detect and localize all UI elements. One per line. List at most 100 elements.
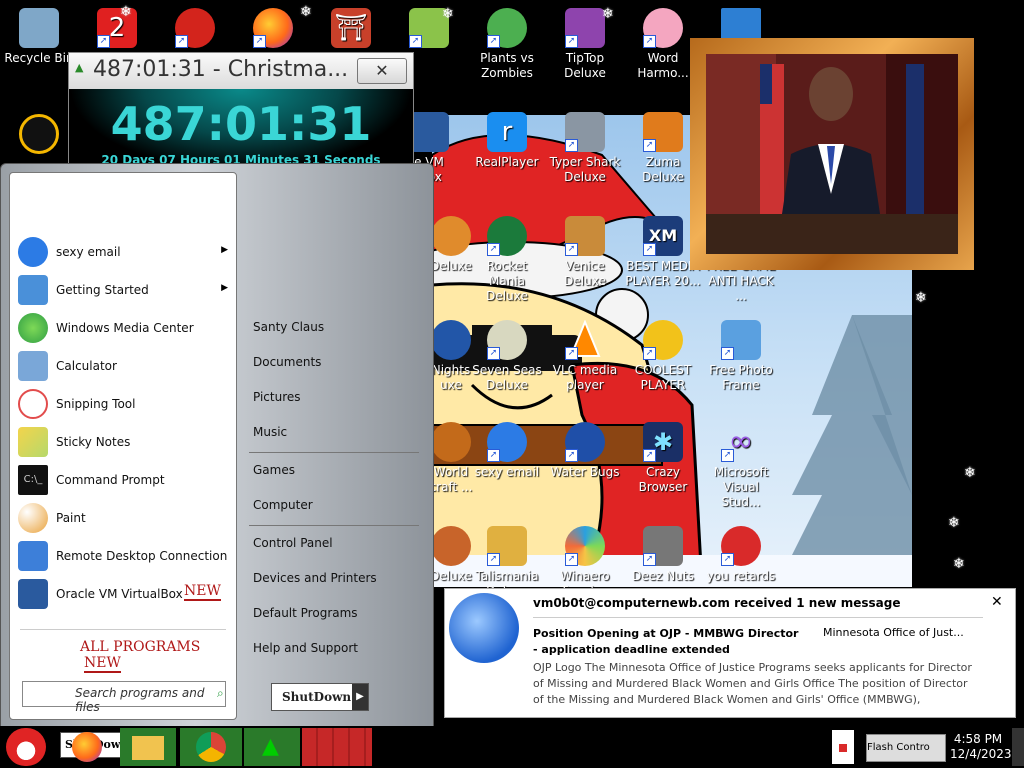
submenu-arrow-icon: ▶ (221, 245, 228, 255)
getting-started-icon (18, 275, 48, 305)
start-right-help-support[interactable]: Help and Support (253, 641, 358, 655)
desktop-icon-rocket-mania[interactable]: ➚ Rocket Mania Deluxe (468, 212, 546, 303)
snowflake-icon: ❄ (915, 290, 927, 306)
snowflake-icon: ❄ (953, 556, 965, 572)
start-item-remote-desktop[interactable]: Remote Desktop Connection (18, 539, 232, 573)
start-right-computer[interactable]: Computer (253, 498, 313, 512)
xm-player-icon: XM ➚ (643, 216, 683, 256)
game-ball-icon (431, 526, 471, 566)
desktop-icon-free-photo-frame[interactable]: ➚ Free Photo Frame (702, 316, 780, 400)
search-icon: ⌕ (217, 686, 224, 700)
start-item-paint[interactable]: Paint (18, 501, 232, 535)
desktop-icon-recycle-bin[interactable]: Recycle Bin (0, 4, 78, 88)
crazy-browser-icon: ✱ ➚ (643, 422, 683, 462)
taskbar: ShutDown ▲ Flash Contro 4:58 PM 12/4/202… (0, 726, 1024, 768)
zuma-frog-icon: ➚ (643, 112, 683, 152)
desktop-icon-typer-shark[interactable]: ➚ Typer Shark Deluxe (546, 108, 624, 192)
clock[interactable]: 4:58 PM 12/4/2023 (950, 732, 1012, 762)
start-item-label: Sticky Notes (56, 435, 131, 449)
scissors-icon (18, 389, 48, 419)
countdown-window[interactable]: ▲ 487:01:31 - Christma... ✕ 487:01:31 20… (68, 52, 414, 172)
moon-icon (431, 320, 471, 360)
game-ball-icon (431, 216, 471, 256)
taskbar-button-gift[interactable] (302, 728, 372, 766)
shutdown-button[interactable]: ShutDown ▶ (271, 683, 369, 711)
desktop-icon-realplayer[interactable]: r RealPlayer (468, 108, 546, 192)
start-item-snipping-tool[interactable]: Snipping Tool (18, 387, 232, 421)
start-menu-programs-pane: sexy email ▶ Getting Started ▶ Windows M… (9, 172, 237, 720)
photo-frame-widget[interactable] (690, 38, 974, 270)
desktop-icon-seven-seas[interactable]: ➚ Seven Seas Deluxe (468, 316, 546, 400)
desktop-icon-label: sexy email (474, 465, 540, 479)
desktop-icon-pvz[interactable]: ➚ Plants vs Zombies (468, 4, 546, 88)
torii-gate-icon: ⛩ (331, 8, 371, 48)
paint-palette-icon (18, 503, 48, 533)
taskbar-button-explorer[interactable] (120, 728, 176, 766)
santa-start-button-icon[interactable] (6, 728, 46, 766)
clock-date: 12/4/2023 (950, 747, 1012, 761)
skull-icon: ➚ (487, 320, 527, 360)
countdown-title: 487:01:31 - Christma... (93, 57, 349, 82)
smiley-icon: ➚ (643, 320, 683, 360)
search-placeholder: Search programs and files (75, 686, 205, 714)
thunderbird-icon (18, 237, 48, 267)
start-right-default-programs[interactable]: Default Programs (253, 606, 358, 620)
start-item-label: Oracle VM VirtualBox (56, 587, 183, 601)
search-input[interactable]: Search programs and files ⌕ (22, 681, 226, 714)
virtualbox-icon (409, 112, 449, 152)
portrait-photo (706, 54, 958, 254)
mail-notification[interactable]: vm0b0t@computernewb.com received 1 new m… (444, 588, 1016, 718)
new-badge: NEW (184, 583, 221, 601)
taskbar-button-chrome[interactable] (180, 728, 242, 766)
start-item-calculator[interactable]: Calculator (18, 349, 232, 383)
tray-flash-control[interactable]: Flash Contro (866, 734, 946, 762)
start-right-documents[interactable]: Documents (253, 355, 321, 369)
start-item-virtualbox[interactable]: Oracle VM VirtualBox NEW (18, 577, 232, 611)
snowflake-icon: ❄ (602, 6, 614, 22)
submenu-arrow-icon: ▶ (221, 283, 228, 293)
tray-flag-icon[interactable] (832, 730, 854, 764)
start-item-label: Getting Started (56, 283, 149, 297)
divider (249, 452, 419, 453)
shark-icon: ➚ (565, 112, 605, 152)
start-item-sticky-notes[interactable]: Sticky Notes (18, 425, 232, 459)
all-programs-button[interactable]: ALL PROGRAMS NEW (80, 639, 236, 673)
start-item-getting-started[interactable]: Getting Started ▶ (18, 273, 232, 307)
countdown-titlebar[interactable]: ▲ 487:01:31 - Christma... ✕ (69, 53, 413, 90)
talisman-icon: ➚ (487, 526, 527, 566)
firefox-icon[interactable] (72, 732, 102, 762)
start-item-windows-media-center[interactable]: Windows Media Center (18, 311, 232, 345)
close-button[interactable]: ✕ (357, 58, 407, 84)
desktop-icon-label: Recycle Bin (4, 51, 74, 65)
folder-icon (132, 736, 164, 760)
snowflake-icon: ❄ (948, 515, 960, 531)
start-right-games[interactable]: Games (253, 463, 295, 477)
snowflake-icon: ❄ (120, 4, 132, 20)
notification-sender: Minnesota Office of Just... (823, 626, 964, 639)
notification-close-button[interactable]: ✕ (991, 594, 1003, 610)
snowflake-icon: ❄ (442, 6, 454, 22)
start-item-label: Windows Media Center (56, 321, 194, 335)
start-item-command-prompt[interactable]: C:\_ Command Prompt (18, 463, 232, 497)
desktop-icon-crazy-browser[interactable]: ✱ ➚ Crazy Browser (624, 418, 702, 502)
taskbar-button-countdown[interactable]: ▲ (244, 728, 300, 766)
desktop-icon-venice[interactable]: ➚ Venice Deluxe (546, 212, 624, 296)
start-item-label: Calculator (56, 359, 117, 373)
desktop-icon-water-bugs[interactable]: ➚ Water Bugs (546, 418, 624, 502)
start-right-pictures[interactable]: Pictures (253, 390, 301, 404)
start-item-sexy-email[interactable]: sexy email ▶ (18, 235, 232, 269)
countdown-display: 487:01:31 20 Days 07 Hours 01 Minutes 31… (69, 89, 413, 171)
start-right-music[interactable]: Music (253, 425, 287, 439)
start-right-devices-printers[interactable]: Devices and Printers (253, 571, 377, 585)
shutdown-arrow-icon[interactable]: ▶ (352, 684, 368, 710)
chrome-icon (196, 732, 226, 762)
desktop-icon-sexy-email[interactable]: ➚ sexy email (468, 418, 546, 502)
start-item-label: Command Prompt (56, 473, 165, 487)
show-desktop-button[interactable] (1012, 728, 1024, 766)
desktop-icon-coolest-player[interactable]: ➚ COOLEST PLAYER (624, 316, 702, 400)
start-right-control-panel[interactable]: Control Panel (253, 536, 333, 550)
start-right-santy-claus[interactable]: Santy Claus (253, 320, 324, 334)
desktop-icon-visual-studio[interactable]: ∞ ➚ Microsoft Visual Stud... (702, 418, 780, 509)
visual-studio-icon: ∞ ➚ (721, 422, 761, 462)
desktop-icon-vlc[interactable]: ➚ VLC media player (546, 316, 624, 400)
